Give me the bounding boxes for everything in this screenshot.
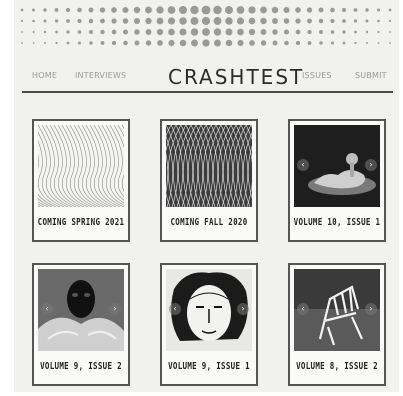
issue-card[interactable]: COMING SPRING 2021 bbox=[32, 119, 130, 242]
carousel-prev-button[interactable]: ‹ bbox=[297, 303, 309, 315]
carousel-next-button[interactable]: › bbox=[365, 159, 377, 171]
cover-image-mask-figure: ‹ › bbox=[38, 269, 124, 351]
issue-caption: COMING SPRING 2021 bbox=[37, 215, 125, 228]
issue-caption: COMING FALL 2020 bbox=[170, 215, 248, 228]
carousel-next-button[interactable]: › bbox=[109, 303, 121, 315]
issue-caption: VOLUME 9, ISSUE 1 bbox=[168, 359, 250, 372]
issue-caption: VOLUME 8, ISSUE 2 bbox=[296, 359, 378, 372]
nav-home-link[interactable]: HOME bbox=[32, 71, 57, 80]
issue-caption: VOLUME 10, ISSUE 1 bbox=[293, 215, 381, 228]
issue-card[interactable]: ‹ › VOLUME 9, ISSUE 2 bbox=[32, 263, 130, 386]
cover-image-still-life: ‹ › bbox=[294, 125, 380, 207]
issue-card[interactable]: ‹ › VOLUME 9, ISSUE 1 bbox=[160, 263, 258, 386]
issue-caption: VOLUME 9, ISSUE 2 bbox=[40, 359, 122, 372]
issue-card[interactable]: ‹ › VOLUME 8, ISSUE 2 bbox=[288, 263, 386, 386]
top-nav: HOME INTERVIEWS CRASHTEST ISSUES SUBMIT bbox=[22, 60, 392, 90]
page-frame: HOME INTERVIEWS CRASHTEST ISSUES SUBMIT … bbox=[14, 0, 399, 392]
cover-image-face-drawing: ‹ › bbox=[166, 269, 252, 351]
carousel-next-button[interactable]: › bbox=[365, 303, 377, 315]
issue-card[interactable]: ‹ › VOLUME 10, ISSUE 1 bbox=[288, 119, 386, 242]
carousel-prev-button[interactable]: ‹ bbox=[41, 303, 53, 315]
nav-issues-link[interactable]: ISSUES bbox=[302, 71, 332, 80]
cover-image-wavy-lines bbox=[38, 125, 124, 207]
issue-card[interactable]: COMING FALL 2020 bbox=[160, 119, 258, 242]
carousel-next-button[interactable]: › bbox=[237, 303, 249, 315]
site-logo[interactable]: CRASHTEST bbox=[168, 65, 304, 89]
cover-image-chair: ‹ › bbox=[294, 269, 380, 351]
nav-divider bbox=[22, 91, 393, 93]
nav-interviews-link[interactable]: INTERVIEWS bbox=[75, 71, 126, 80]
halftone-dot-header bbox=[20, 5, 392, 47]
nav-submit-link[interactable]: SUBMIT bbox=[355, 71, 387, 80]
carousel-prev-button[interactable]: ‹ bbox=[169, 303, 181, 315]
cover-image-mesh bbox=[166, 125, 252, 207]
carousel-prev-button[interactable]: ‹ bbox=[297, 159, 309, 171]
